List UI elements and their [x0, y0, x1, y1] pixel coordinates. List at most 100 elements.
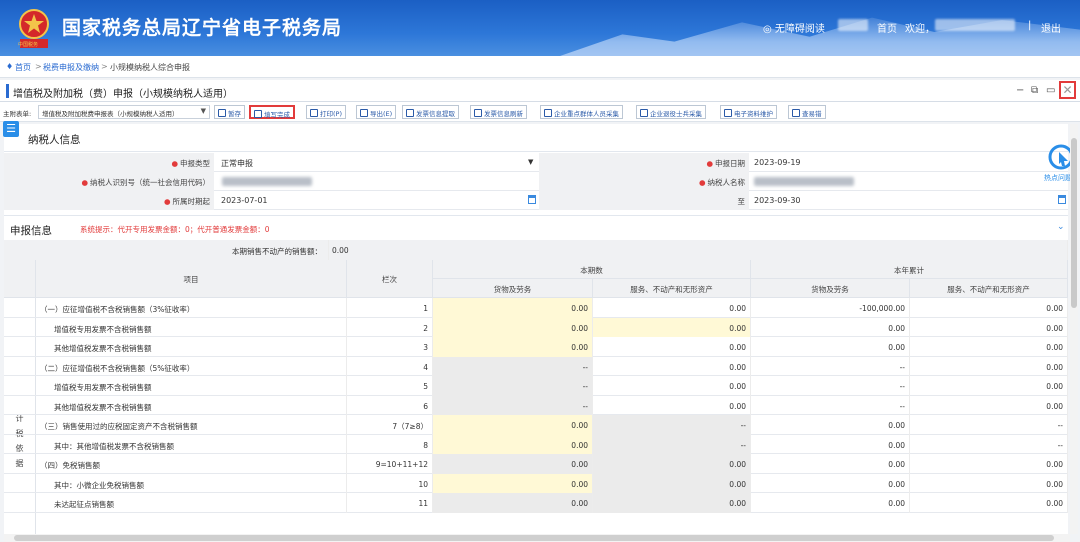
- year-goods-cell: --: [751, 395, 910, 415]
- close-icon[interactable]: ✕: [1059, 81, 1076, 99]
- current-goods-cell[interactable]: 0.00: [433, 415, 593, 435]
- row-line-number: 7（7≥8）: [347, 415, 433, 435]
- breadcrumb-current: 小规模纳税人综合申报: [110, 63, 190, 72]
- row-item-label: 其他增值税发票不含税销售额: [36, 395, 347, 415]
- location-pin-icon: ♦: [6, 62, 14, 71]
- hotspot-label[interactable]: 热点问题: [1044, 173, 1072, 183]
- home-link[interactable]: 首页: [877, 20, 897, 35]
- current-services-cell: --: [593, 434, 751, 454]
- year-goods-cell: --: [751, 356, 910, 376]
- chevron-down-icon[interactable]: ⌄: [1057, 222, 1065, 232]
- real-estate-label: 本期销售不动产的销售额：: [4, 240, 329, 260]
- info-row-id: ● 纳税人识别号（统一社会信用代码） ● 纳税人名称: [4, 172, 1068, 191]
- current-services-cell[interactable]: 0.00: [593, 317, 751, 337]
- redacted-tax-id: [222, 177, 312, 186]
- row-item-label: 其中：小微企业免税销售额: [36, 473, 347, 493]
- current-goods-cell[interactable]: 0.00: [433, 298, 593, 318]
- complete-button[interactable]: 填写完成: [249, 105, 295, 119]
- horizontal-scroll-thumb[interactable]: [14, 535, 1054, 541]
- breadcrumb-home[interactable]: 首页: [15, 62, 31, 73]
- print-button[interactable]: 打印(P): [306, 105, 346, 119]
- maximize-icon[interactable]: ▭: [1046, 85, 1055, 96]
- row-line-number: 11: [347, 493, 433, 513]
- current-goods-cell[interactable]: 0.00: [433, 434, 593, 454]
- current-services-cell: 0.00: [593, 454, 751, 474]
- invoice-extract-button[interactable]: 发票信息提取: [402, 105, 459, 119]
- col-services-header: 服务、不动产和无形资产: [910, 279, 1068, 298]
- period-start-value[interactable]: 2023-07-01: [221, 196, 268, 205]
- year-services-cell: --: [910, 415, 1068, 435]
- year-goods-cell: 0.00: [751, 473, 910, 493]
- menu-icon[interactable]: ☰: [3, 121, 19, 137]
- year-services-cell: 0.00: [910, 317, 1068, 337]
- info-row-period: ● 所属时期起 2023-07-01 至 2023-09-30: [4, 191, 1068, 210]
- year-services-cell: --: [910, 434, 1068, 454]
- welcome-text: 欢迎，: [905, 24, 935, 35]
- row-item-label: 其中：其他增值税发票不含税销售额: [36, 434, 347, 454]
- current-goods-cell: 0.00: [433, 454, 593, 474]
- year-services-cell: 0.00: [910, 376, 1068, 396]
- current-goods-cell[interactable]: 0.00: [433, 317, 593, 337]
- save-icon: [218, 109, 226, 117]
- col-services-header: 服务、不动产和无形资产: [593, 279, 751, 298]
- col-year-header: 本年累计: [751, 260, 1068, 279]
- row-line-number: 6: [347, 395, 433, 415]
- refresh-icon: [474, 109, 482, 117]
- declaration-type-value[interactable]: 正常申报: [221, 158, 253, 169]
- veteran-collect-button[interactable]: 企业退役士兵采集: [636, 105, 706, 119]
- accessibility-link[interactable]: ◎ 无障碍阅读: [763, 20, 825, 35]
- group-collect-icon: [544, 109, 552, 117]
- minimize-icon[interactable]: −: [1016, 85, 1024, 96]
- col-goods-header: 货物及劳务: [751, 279, 910, 298]
- site-header: 中国税务 国家税务总局辽宁省电子税务局 ◎ 无障碍阅读 首页 欢迎， | 退出: [0, 0, 1080, 56]
- group-collect-button[interactable]: 企业重点群体人员采集: [540, 105, 623, 119]
- main-table-select[interactable]: 增值税及附加税费申报表（小规模纳税人适用） ▼: [38, 105, 210, 119]
- main-table-label: 主附表单:: [3, 110, 32, 118]
- year-services-cell: 0.00: [910, 473, 1068, 493]
- table-row: 增值税专用发票不含税销售额 5 -- 0.00 -- 0.00: [4, 376, 1068, 396]
- chevron-down-icon[interactable]: ▼: [528, 158, 533, 166]
- emblem-caption: 中国税务: [17, 42, 38, 48]
- year-services-cell: 0.00: [910, 356, 1068, 376]
- print-icon: [310, 109, 318, 117]
- logout-link[interactable]: 退出: [1041, 20, 1061, 35]
- col-item-header: 项目: [36, 260, 347, 298]
- chevron-down-icon: ▼: [200, 107, 206, 115]
- current-goods-cell[interactable]: 0.00: [433, 337, 593, 357]
- invoice-refresh-button[interactable]: 发票信息刷新: [470, 105, 527, 119]
- current-services-cell: 0.00: [593, 376, 751, 396]
- breadcrumb-tax-filing[interactable]: 税费申报及缴纳: [43, 62, 99, 73]
- calendar-icon[interactable]: [1058, 195, 1066, 204]
- current-services-cell: 0.00: [593, 473, 751, 493]
- table-row: 增值税专用发票不含税销售额 2 0.00 0.00 0.00 0.00: [4, 317, 1068, 337]
- table-row: 其中：其他增值税发票不含税销售额 8 0.00 -- 0.00 --: [4, 434, 1068, 454]
- declaration-section-title: 申报信息: [10, 225, 52, 237]
- year-goods-cell: 0.00: [751, 415, 910, 435]
- table-row: （二）应征增值税不含税销售额（5%征收率） 4 -- 0.00 -- 0.00: [4, 356, 1068, 376]
- table-row: 其他增值税发票不含税销售额 3 0.00 0.00 0.00 0.00: [4, 337, 1068, 357]
- period-end-value[interactable]: 2023-09-30: [754, 196, 801, 205]
- vertical-scroll-thumb[interactable]: [1071, 138, 1077, 308]
- row-line-number: 8: [347, 434, 433, 454]
- export-button[interactable]: 导出(E): [356, 105, 397, 119]
- restore-icon[interactable]: ⧉: [1031, 85, 1038, 96]
- calendar-icon[interactable]: [528, 195, 536, 204]
- year-goods-cell: 0.00: [751, 337, 910, 357]
- breadcrumb: ♦ 首页 > 税费申报及缴纳 > 小规模纳税人综合申报: [0, 56, 1080, 78]
- year-goods-cell: 0.00: [751, 454, 910, 474]
- redacted-username: [935, 19, 1015, 31]
- site-title: 国家税务总局辽宁省电子税务局: [62, 17, 343, 39]
- row-line-number: 3: [347, 337, 433, 357]
- redacted-info: [838, 19, 868, 31]
- row-line-number: 1: [347, 298, 433, 318]
- col-line-header: 栏次: [347, 260, 433, 298]
- error-check-button[interactable]: 查易错: [788, 105, 826, 119]
- year-services-cell: 0.00: [910, 298, 1068, 318]
- current-goods-cell[interactable]: 0.00: [433, 473, 593, 493]
- save-draft-button[interactable]: 暂存: [214, 105, 245, 119]
- edoc-maintain-button[interactable]: 电子资料维护: [720, 105, 777, 119]
- year-goods-cell: --: [751, 376, 910, 396]
- row-line-number: 5: [347, 376, 433, 396]
- export-icon: [360, 109, 368, 117]
- tab-indicator: [6, 84, 9, 98]
